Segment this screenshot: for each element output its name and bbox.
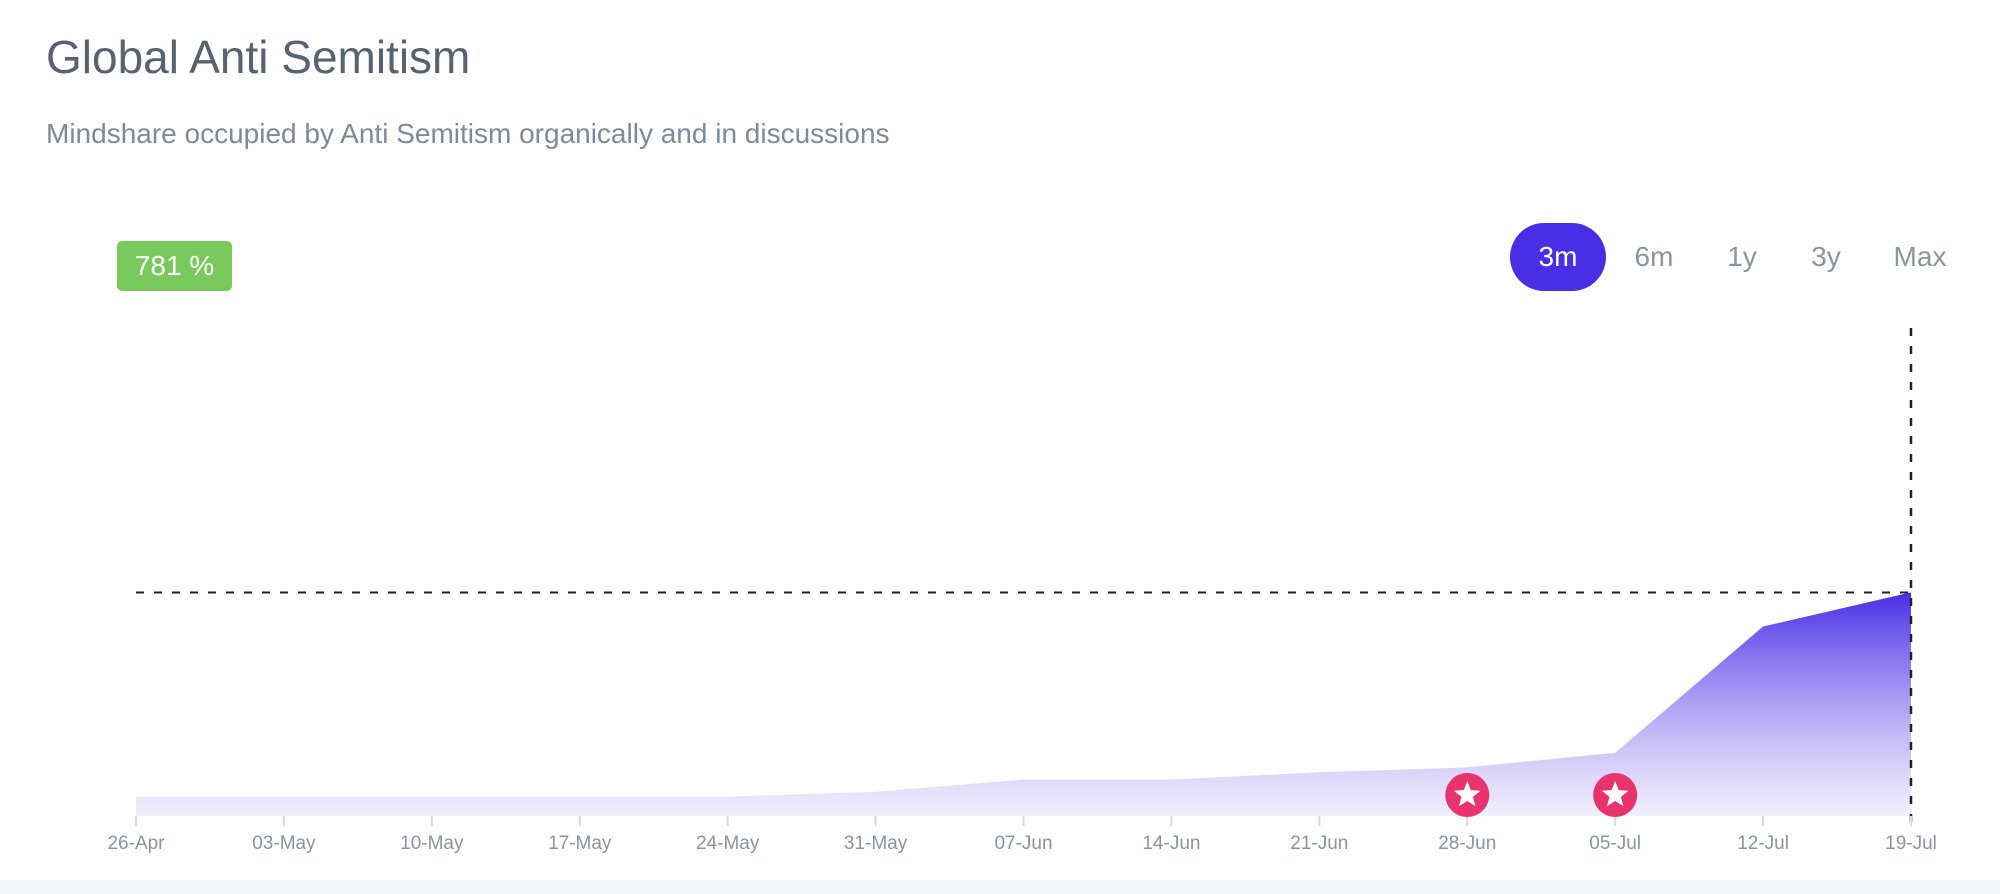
change-badge: 781 % [117, 241, 232, 291]
range-tab-1y[interactable]: 1y [1702, 223, 1782, 291]
page-subtitle: Mindshare occupied by Anti Semitism orga… [46, 118, 890, 149]
x-tick-label: 21-Jun [1290, 833, 1348, 854]
footer-bar [0, 880, 2000, 894]
x-tick-label: 14-Jun [1142, 833, 1200, 854]
page-title: Global Anti Semitism [46, 31, 471, 83]
range-tab-3m[interactable]: 3m [1510, 223, 1606, 291]
x-tick-label: 17-May [548, 833, 612, 854]
area-series [136, 592, 1911, 816]
area-chart: 26-Apr 03-May 10-May 17-May 24-May 31-May 07-J… [107, 328, 1937, 854]
x-tick-label: 28-Jun [1438, 833, 1496, 854]
x-tick-label: 24-May [696, 833, 760, 854]
x-tick-label: 05-Jul [1589, 833, 1641, 854]
x-tick-label: 26-Apr [107, 833, 165, 854]
x-tick-label: 07-Jun [994, 833, 1052, 854]
x-tick-label: 10-May [400, 833, 464, 854]
x-tick-label: 12-Jul [1737, 833, 1789, 854]
range-tab-max[interactable]: Max [1870, 223, 1970, 291]
x-tick-label: 31-May [844, 833, 908, 854]
x-tick-label: 03-May [252, 833, 316, 854]
trend-card: Global Anti Semitism Mindshare occupied … [0, 0, 2000, 894]
x-tick-label: 19-Jul [1885, 833, 1937, 854]
range-tab-6m[interactable]: 6m [1610, 223, 1698, 291]
range-tabs: 3m 6m 1y 3y Max [1510, 223, 1970, 291]
range-tab-3y[interactable]: 3y [1786, 223, 1866, 291]
